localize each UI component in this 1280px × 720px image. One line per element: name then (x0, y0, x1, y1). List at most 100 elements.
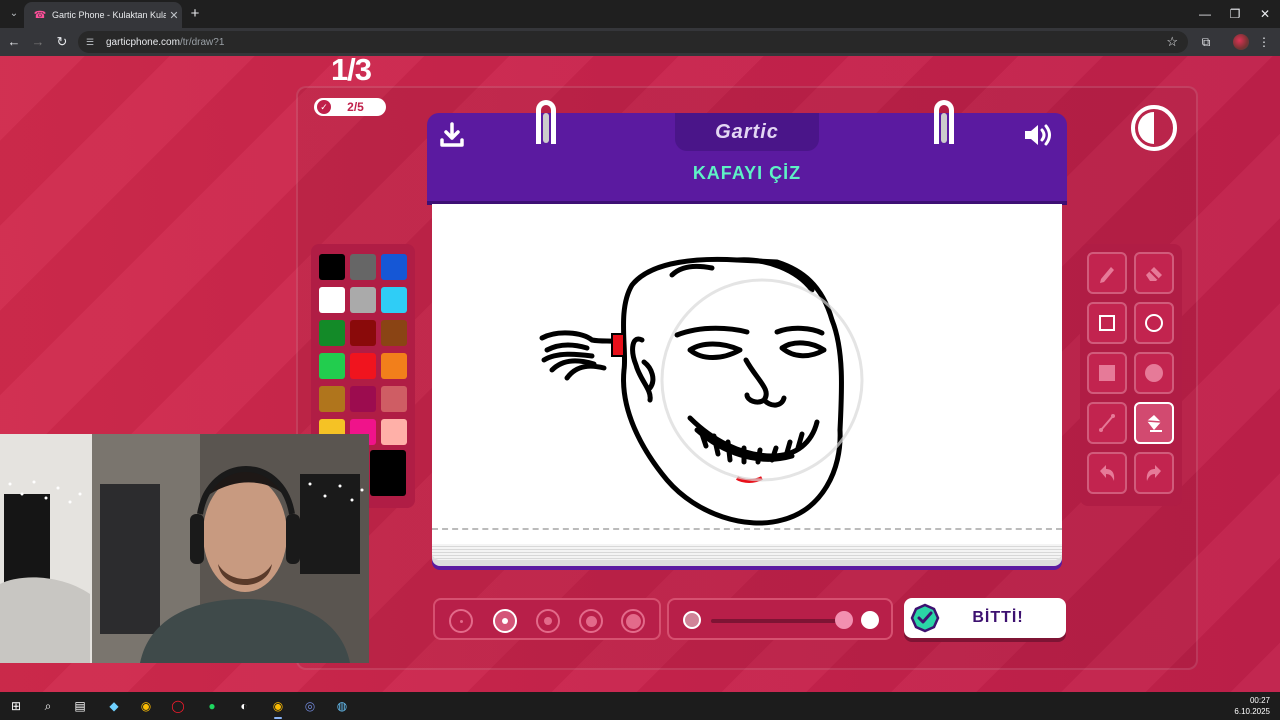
fill-bucket-icon (1146, 415, 1162, 432)
current-color-preview (370, 450, 406, 496)
rectangle-fill-tool[interactable] (1087, 352, 1127, 394)
system-clock[interactable]: 00:27 6.10.2025 (1234, 695, 1270, 717)
gartic-logo: Gartic (715, 121, 779, 143)
notebook-ring-right (934, 100, 954, 144)
ellipse-outline-tool[interactable] (1134, 302, 1174, 344)
color-swatch[interactable] (350, 287, 376, 313)
brush-size-5[interactable] (621, 609, 645, 633)
undo-icon (1100, 465, 1115, 481)
brush-size-selector (433, 598, 661, 640)
steam-icon[interactable]: ◍ (332, 696, 352, 716)
drawing-canvas[interactable] (432, 204, 1062, 560)
webcam-overlay (0, 434, 369, 663)
check-icon: ✓ (317, 100, 331, 114)
url-path: /tr/draw?1 (179, 36, 225, 48)
brush-size-1[interactable] (449, 609, 473, 633)
tab-search-chevron-icon[interactable]: ⌄ (6, 6, 22, 22)
color-swatch[interactable] (350, 254, 376, 280)
tab-close-icon[interactable]: ✕ (166, 9, 182, 22)
opacity-handle[interactable] (835, 611, 853, 629)
line-tool[interactable] (1087, 402, 1127, 444)
color-swatch[interactable] (381, 353, 407, 379)
copilot-icon[interactable]: ◆ (104, 696, 124, 716)
opacity-slider[interactable] (667, 598, 893, 640)
redo-tool[interactable] (1134, 452, 1174, 494)
contrast-toggle-icon[interactable] (1130, 104, 1178, 152)
menu-icon[interactable]: ⋮ (1254, 32, 1274, 52)
chrome-icon[interactable]: ◉ (136, 696, 156, 716)
eraser-icon (1146, 267, 1162, 281)
color-swatch[interactable] (319, 287, 345, 313)
restore-icon[interactable]: ❐ (1220, 4, 1250, 24)
bookmark-star-icon[interactable]: ☆ (1166, 34, 1178, 50)
discord-icon[interactable]: ◎ (300, 696, 320, 716)
browser-toolbar: ← → ↻ ☰ garticphone.com/tr/draw?1 ☆ ⧉ ⋮ (0, 28, 1280, 56)
color-swatch[interactable] (319, 320, 345, 346)
task-view-icon[interactable]: ▤ (70, 696, 90, 716)
profile-avatar[interactable] (1233, 34, 1249, 50)
site-info-icon[interactable]: ☰ (86, 37, 100, 48)
url-host: garticphone.com (106, 36, 180, 48)
volume-icon[interactable] (1022, 121, 1056, 149)
back-icon[interactable]: ← (4, 32, 24, 52)
color-swatch[interactable] (350, 320, 376, 346)
ellipse-fill-icon (1145, 364, 1163, 382)
color-swatch[interactable] (381, 254, 407, 280)
opacity-max-marker (861, 611, 879, 629)
color-swatch[interactable] (381, 386, 407, 412)
clock-time: 00:27 (1249, 696, 1270, 705)
clock-date: 6.10.2025 (1234, 707, 1270, 716)
done-button[interactable]: BİTTİ! (904, 598, 1066, 638)
drawing-face-sketch (539, 256, 864, 526)
forward-icon[interactable]: → (28, 32, 48, 52)
chrome-active-icon[interactable]: ◉ (268, 696, 288, 719)
canvas-guide-line (432, 528, 1062, 530)
notebook-page-edges (432, 544, 1062, 560)
spotify-icon[interactable]: ● (202, 696, 222, 716)
tab-title: Gartic Phone - Kulaktan Kulağa (52, 10, 166, 20)
download-icon[interactable] (438, 121, 466, 149)
done-check-icon (910, 603, 940, 633)
ellipse-fill-tool[interactable] (1134, 352, 1174, 394)
ellipse-outline-icon (1145, 314, 1163, 332)
color-swatch[interactable] (381, 287, 407, 313)
color-swatch[interactable] (319, 353, 345, 379)
search-icon[interactable]: ⌕ (38, 696, 58, 716)
window-close-icon[interactable]: ✕ (1250, 4, 1280, 24)
rectangle-outline-tool[interactable] (1087, 302, 1127, 344)
redo-icon (1146, 465, 1161, 481)
opacity-track[interactable] (711, 619, 841, 623)
gartic-favicon-icon: ☎ (33, 9, 47, 21)
color-swatch[interactable] (319, 386, 345, 412)
pencil-tool[interactable] (1087, 252, 1127, 294)
notebook-ring-left (536, 100, 556, 144)
line-icon (1099, 414, 1115, 432)
rectangle-outline-icon (1099, 315, 1115, 331)
drawing-prompt: KAFAYI ÇİZ (692, 163, 802, 183)
undo-tool[interactable] (1087, 452, 1127, 494)
extensions-icon[interactable]: ⧉ (1196, 32, 1216, 52)
opera-icon[interactable]: ◯ (168, 696, 188, 716)
opacity-min-marker (683, 611, 701, 629)
obs-icon[interactable]: ◐ (234, 696, 254, 716)
color-swatch[interactable] (381, 419, 407, 445)
start-icon[interactable]: ⊞ (6, 696, 26, 716)
pencil-icon (1100, 267, 1114, 283)
color-swatch[interactable] (381, 320, 407, 346)
color-swatch[interactable] (319, 254, 345, 280)
rectangle-fill-icon (1099, 365, 1115, 381)
brush-size-2[interactable] (493, 609, 517, 633)
browser-tab-strip: ⌄ ☎ Gartic Phone - Kulaktan Kulağa ✕ + —… (0, 0, 1280, 28)
done-label: BİTTİ! (972, 609, 1024, 626)
new-tab-icon[interactable]: + (186, 5, 204, 23)
minimize-icon[interactable]: — (1190, 4, 1220, 24)
fill-bucket-tool[interactable] (1134, 402, 1174, 444)
color-swatch[interactable] (350, 353, 376, 379)
eraser-tool[interactable] (1134, 252, 1174, 294)
reload-icon[interactable]: ↻ (52, 32, 72, 52)
color-swatch[interactable] (350, 386, 376, 412)
browser-tab[interactable]: ☎ Gartic Phone - Kulaktan Kulağa ✕ (24, 2, 182, 28)
brush-size-4[interactable] (579, 609, 603, 633)
brush-size-3[interactable] (536, 609, 560, 633)
address-bar[interactable]: ☰ garticphone.com/tr/draw?1 ☆ (78, 31, 1188, 53)
